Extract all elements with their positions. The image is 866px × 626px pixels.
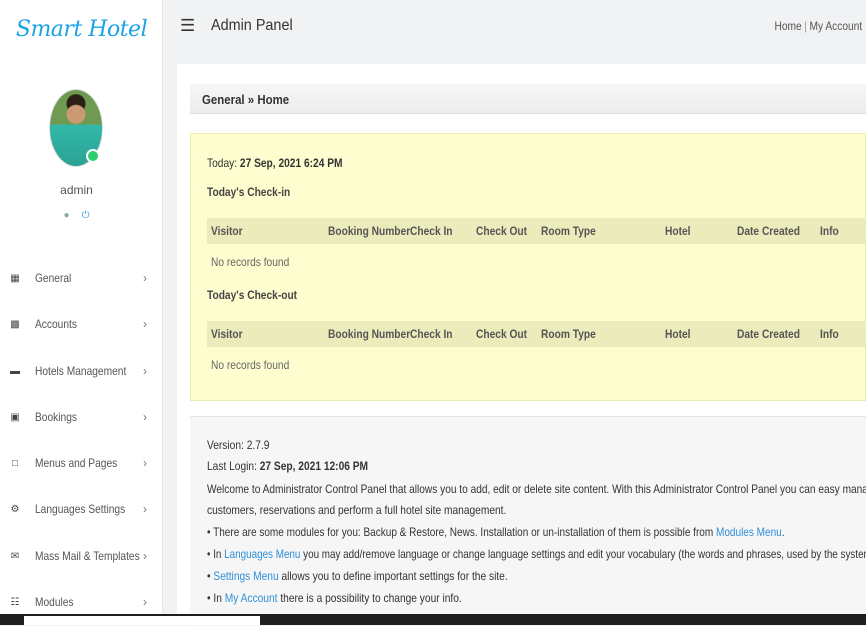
col-room-type[interactable]: Room Type <box>541 224 596 238</box>
checkin-title: Today's Check-in <box>207 185 291 199</box>
col-visitor[interactable]: Visitor <box>211 327 243 341</box>
chevron-right-icon: › <box>143 595 147 609</box>
page-icon: □ <box>11 457 19 469</box>
col-info[interactable]: Info <box>820 224 839 238</box>
my-account-link[interactable]: My Account <box>225 591 278 605</box>
brand-logo[interactable]: Smart Hotel <box>0 0 163 58</box>
sidebar-item-label: Mass Mail & Templates <box>35 549 140 563</box>
sidebar-item-modules[interactable]: ☷ Modules › <box>0 590 163 614</box>
gear-icon: ⚙ <box>10 503 20 515</box>
welcome-text-2: customers, reservations and perform a fu… <box>207 503 507 517</box>
col-booking-number[interactable]: Booking Number <box>328 224 410 238</box>
top-bar: ☰ Admin Panel Home | My Account <box>163 0 866 58</box>
sidebar-item-label: Languages Settings <box>35 502 126 516</box>
my-account-link[interactable]: My Account <box>809 19 862 33</box>
bullet-my-account: • In My Account there is a possibility t… <box>207 591 462 605</box>
sidebar-item-bookings[interactable]: ▣ Bookings › <box>0 405 163 429</box>
today-panel <box>190 133 866 401</box>
envelope-icon: ✉ <box>10 550 20 562</box>
sidebar-item-mass-mail-templates[interactable]: ✉ Mass Mail & Templates › <box>0 544 163 568</box>
brand-name: Smart Hotel <box>15 16 148 42</box>
chevron-right-icon: › <box>143 317 147 331</box>
user-name: admin <box>60 183 93 197</box>
online-status-dot <box>86 149 100 163</box>
col-date-created[interactable]: Date Created <box>737 327 800 341</box>
sidebar-item-label: Accounts <box>35 317 77 331</box>
col-check-in[interactable]: Check In <box>410 224 453 238</box>
col-visitor[interactable]: Visitor <box>211 224 243 238</box>
version-text: Version: 2.7.9 <box>207 438 270 452</box>
languages-menu-link[interactable]: Languages Menu <box>224 547 300 561</box>
checkout-title: Today's Check-out <box>207 288 298 302</box>
col-booking-number[interactable]: Booking Number <box>328 327 410 341</box>
bullet-text: . <box>781 525 785 539</box>
settings-menu-link[interactable]: Settings Menu <box>213 569 278 583</box>
sidebar-item-label: General <box>35 271 72 285</box>
bullet-languages: • In Languages Menu you may add/remove l… <box>207 547 866 561</box>
col-check-out[interactable]: Check Out <box>476 224 527 238</box>
checkout-table-header: Visitor Booking Number Check In Check Ou… <box>207 321 866 347</box>
col-info[interactable]: Info <box>820 327 839 341</box>
taskbar <box>0 614 866 625</box>
chevron-right-icon: › <box>143 502 147 516</box>
col-hotel[interactable]: Hotel <box>665 224 691 238</box>
bullet-settings: • Settings Menu allows you to define imp… <box>207 569 508 583</box>
sidebar-item-hotels-management[interactable]: ▬ Hotels Management › <box>0 359 163 383</box>
today-value: 27 Sep, 2021 6:24 PM <box>239 156 343 170</box>
checkin-empty-message: No records found <box>211 255 290 269</box>
taskbar-search[interactable] <box>24 616 260 625</box>
modules-menu-link[interactable]: Modules Menu <box>716 525 782 539</box>
bed-icon: ▬ <box>10 365 20 377</box>
sidebar-item-label: Hotels Management <box>35 364 127 378</box>
sidebar-item-languages-settings[interactable]: ⚙ Languages Settings › <box>0 497 163 521</box>
chevron-right-icon: › <box>143 364 147 378</box>
sidebar-item-label: Menus and Pages <box>35 456 118 470</box>
col-check-out[interactable]: Check Out <box>476 327 527 341</box>
id-card-icon: ▩ <box>10 318 20 330</box>
modules-icon: ☷ <box>10 596 20 608</box>
today-date: Today: 27 Sep, 2021 6:24 PM <box>207 156 343 170</box>
today-label: Today: <box>207 156 238 170</box>
bullet-text: allows you to define important settings … <box>278 569 508 583</box>
user-actions: ● ⏻ <box>0 210 153 221</box>
col-room-type[interactable]: Room Type <box>541 327 596 341</box>
col-hotel[interactable]: Hotel <box>665 327 691 341</box>
col-check-in[interactable]: Check In <box>410 327 453 341</box>
sidebar-item-label: Bookings <box>35 410 77 424</box>
welcome-text-1: Welcome to Administrator Control Panel t… <box>207 482 866 496</box>
chevron-right-icon: › <box>143 410 147 424</box>
col-date-created[interactable]: Date Created <box>737 224 800 238</box>
checkout-empty-message: No records found <box>211 358 290 372</box>
bullet-text: you may add/remove language or change la… <box>300 547 866 561</box>
top-links: Home | My Account <box>774 19 862 33</box>
chevron-right-icon: › <box>143 549 147 563</box>
bullet-text: • There are some modules for you: Backup… <box>207 525 717 539</box>
checkin-table-header: Visitor Booking Number Check In Check Ou… <box>207 218 866 244</box>
sidebar-item-general[interactable]: ▦ General › <box>0 266 163 290</box>
power-icon[interactable]: ⏻ <box>82 210 90 221</box>
hamburger-menu-icon[interactable]: ☰ <box>180 16 195 36</box>
last-login-value: 27 Sep, 2021 12:06 PM <box>259 459 369 473</box>
bullet-text: there is a possibility to change your in… <box>277 591 462 605</box>
bullet-text: • In <box>207 591 225 605</box>
user-profile-icon[interactable]: ● <box>64 210 70 221</box>
breadcrumb: General » Home <box>202 92 290 107</box>
sidebar-item-label: Modules <box>35 595 74 609</box>
last-login-label: Last Login: <box>207 459 257 473</box>
chevron-right-icon: › <box>143 456 147 470</box>
page-title: Admin Panel <box>211 17 293 34</box>
sidebar-item-menus-and-pages[interactable]: □ Menus and Pages › <box>0 451 163 475</box>
home-link[interactable]: Home <box>774 19 801 33</box>
bullet-modules: • There are some modules for you: Backup… <box>207 525 785 539</box>
link-separator: | <box>804 19 807 33</box>
breadcrumb-bar: General » Home <box>190 84 866 114</box>
last-login: Last Login: 27 Sep, 2021 12:06 PM <box>207 459 368 473</box>
sidebar-item-accounts[interactable]: ▩ Accounts › <box>0 312 163 336</box>
book-icon: ▣ <box>10 411 20 423</box>
sidebar: Smart Hotel admin ● ⏻ ▦ General › ▩ Accou… <box>0 0 163 625</box>
grid-icon: ▦ <box>10 272 20 284</box>
bullet-text: • In <box>207 547 225 561</box>
avatar[interactable] <box>49 89 103 167</box>
chevron-right-icon: › <box>143 271 147 285</box>
